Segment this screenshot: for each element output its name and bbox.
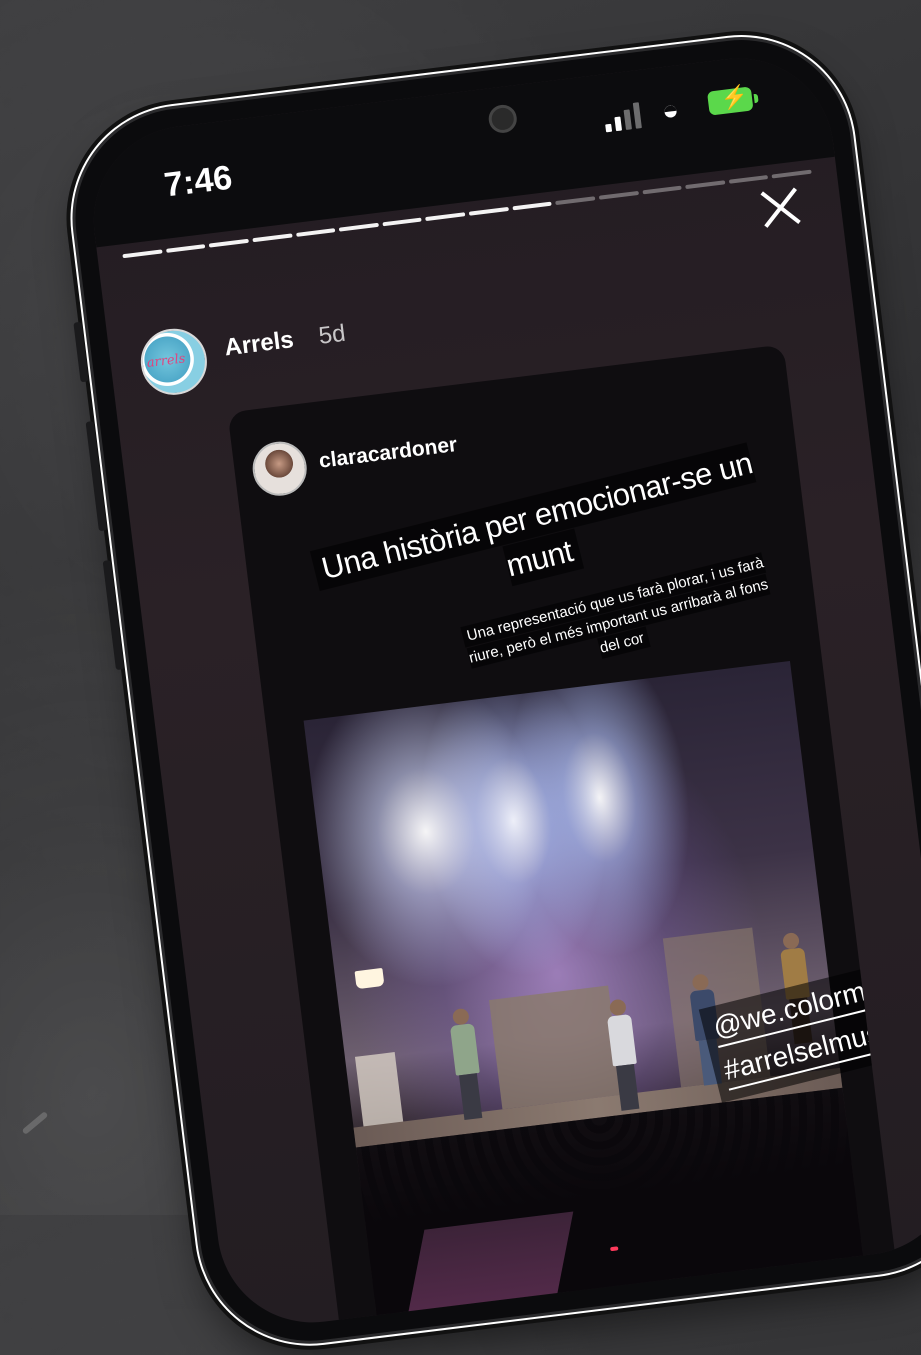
aisle-light [704,1274,713,1280]
story-username[interactable]: Arrels [223,326,295,362]
phone-side-button [73,321,89,383]
battery-charging-icon: ⚡ [706,82,754,116]
status-bar: 7:46 ◒ ⚡ [82,47,835,248]
post-avatar[interactable] [249,438,310,499]
aisle-light [487,1311,496,1317]
status-time: 7:46 [162,158,235,205]
post-username[interactable]: claracardoner [318,433,459,474]
story-screen[interactable]: 7:46 ◒ ⚡ arrels Arrels 5d claracardoner … [82,47,921,1334]
avatar[interactable]: arrels [137,325,211,399]
close-icon[interactable] [756,183,805,232]
front-camera [487,103,519,135]
phone-frame: 7:46 ◒ ⚡ arrels Arrels 5d claracardoner … [62,27,921,1354]
avatar-logo-text: arrels [145,351,187,372]
background-chalk-mark [21,1111,49,1135]
bolt-icon: ⚡ [719,82,750,112]
shared-post[interactable]: claracardoner Una història per emocionar… [227,344,898,1334]
stage-lamp [354,967,385,990]
stage-set [489,985,622,1110]
phone-side-button [102,559,124,671]
actor [448,1007,485,1121]
phone-side-button [85,421,107,532]
story-time-ago: 5d [317,319,348,350]
aisle [402,1211,574,1334]
wifi-icon: ◒ [660,93,681,127]
cellular-signal-icon [603,100,646,133]
